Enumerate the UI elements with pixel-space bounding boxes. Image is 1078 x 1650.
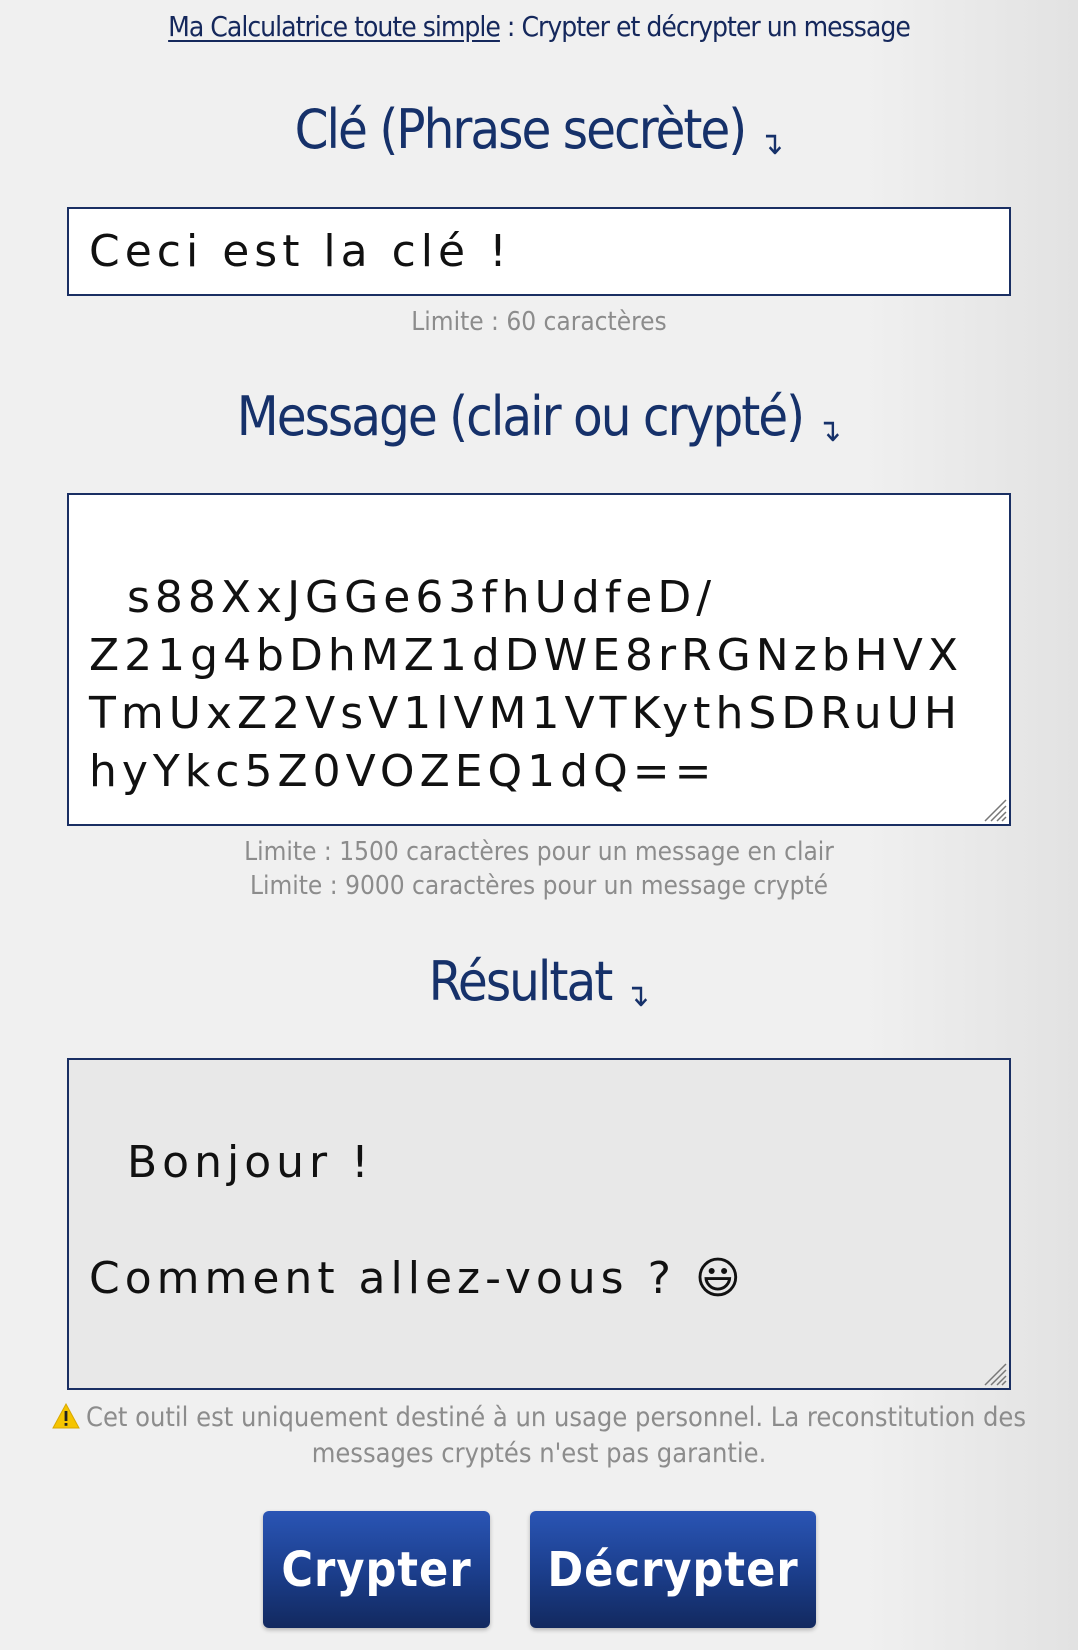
encrypt-button[interactable]: Crypter	[263, 1511, 490, 1628]
warning-icon	[52, 1403, 80, 1429]
result-section-title: Résultat ↴	[0, 950, 1078, 1014]
resize-grip-icon[interactable]	[981, 796, 1007, 822]
message-title-text: Message (clair ou crypté)	[236, 385, 805, 448]
down-right-arrow-icon: ↴	[759, 124, 784, 162]
decrypt-button[interactable]: Décrypter	[530, 1511, 816, 1628]
down-right-arrow-icon: ↴	[817, 411, 842, 449]
result-title-text: Résultat	[428, 950, 614, 1013]
page-title: Crypter et décrypter un message	[521, 10, 910, 43]
message-limit-hint: Limite : 1500 caractères pour un message…	[0, 835, 1078, 903]
breadcrumb-separator: :	[499, 10, 522, 43]
message-text: s88XxJGGe63fhUdfeD/ Z21g4bDhMZ1dDWE8rRGN…	[89, 572, 963, 797]
key-section-title: Clé (Phrase secrète) ↴	[0, 98, 1078, 162]
home-link[interactable]: Ma Calculatrice toute simple	[168, 10, 501, 43]
result-text: Bonjour ! Comment allez-vous ? 😃	[89, 1137, 746, 1304]
message-section-title: Message (clair ou crypté) ↴	[0, 385, 1078, 449]
disclaimer-text: Cet outil est uniquement destiné à un us…	[85, 1402, 1026, 1469]
down-right-arrow-icon: ↴	[625, 976, 650, 1014]
key-input[interactable]: Ceci est la clé !	[67, 207, 1011, 296]
message-textarea[interactable]: s88XxJGGe63fhUdfeD/ Z21g4bDhMZ1dDWE8rRGN…	[67, 493, 1011, 826]
key-limit-hint: Limite : 60 caractères	[411, 307, 667, 337]
disclaimer: Cet outil est uniquement destiné à un us…	[10, 1400, 1068, 1472]
key-title-text: Clé (Phrase secrète)	[294, 98, 748, 161]
result-textarea[interactable]: Bonjour ! Comment allez-vous ? 😃	[67, 1058, 1011, 1390]
crypted-limit-text: Limite : 9000 caractères pour un message…	[249, 871, 829, 901]
breadcrumb: Ma Calculatrice toute simple : Crypter e…	[0, 10, 1078, 43]
resize-grip-icon[interactable]	[981, 1360, 1007, 1386]
clear-limit-text: Limite : 1500 caractères pour un message…	[244, 837, 834, 867]
